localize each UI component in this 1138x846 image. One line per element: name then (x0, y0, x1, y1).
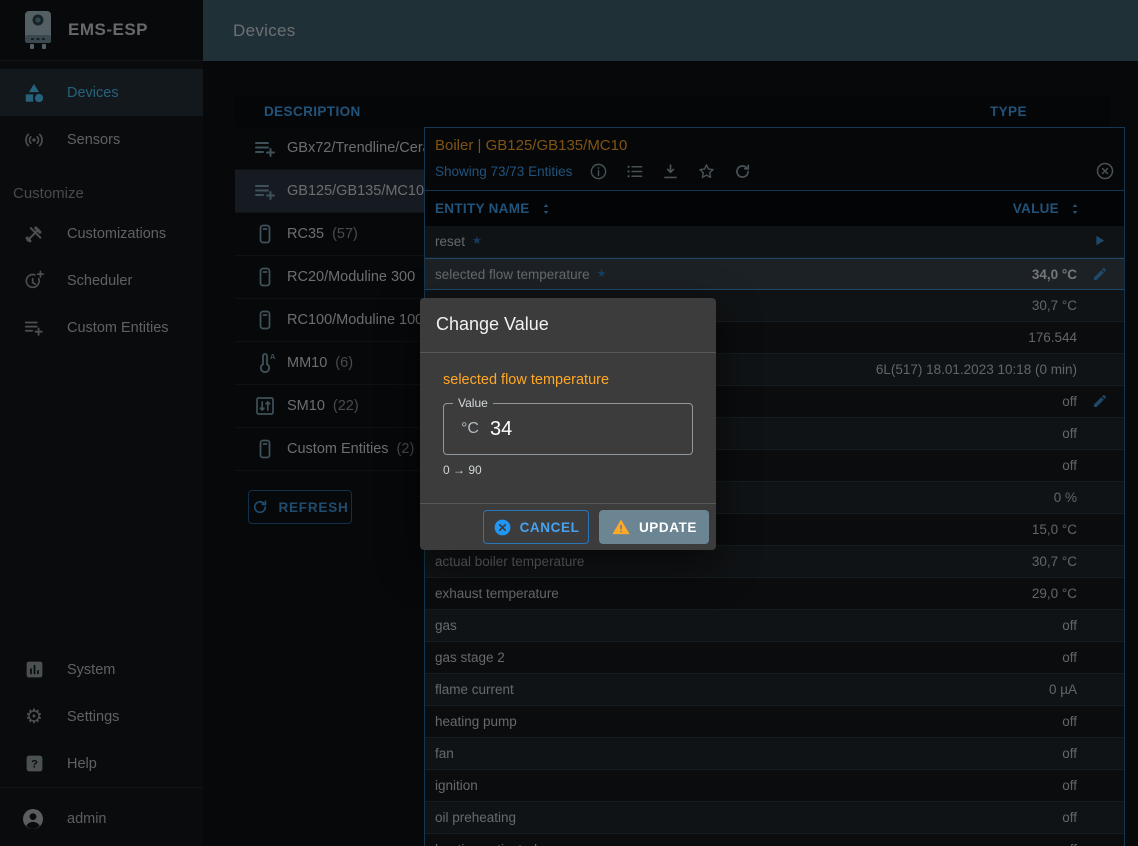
dialog-actions: CANCEL UPDATE (420, 503, 716, 550)
dialog-title: Change Value (420, 298, 716, 353)
cancel-icon (493, 518, 512, 537)
value-input-label: Value (453, 396, 493, 410)
cancel-label: CANCEL (520, 520, 580, 535)
update-label: UPDATE (639, 520, 697, 535)
dialog-entity-name: selected flow temperature (443, 372, 693, 388)
value-input-text: 34 (490, 418, 512, 441)
value-input[interactable]: Value °C 34 (443, 403, 693, 455)
change-value-dialog: Change Value selected flow temperature V… (420, 298, 716, 550)
update-button[interactable]: UPDATE (599, 510, 709, 544)
warning-icon (611, 517, 631, 537)
value-range-hint: 0 → 90 (443, 463, 693, 477)
cancel-button[interactable]: CANCEL (483, 510, 589, 544)
ems-esp-app: EMS-ESP Devices Sensors Customize C (0, 0, 1138, 846)
unit-adornment: °C (461, 420, 479, 438)
